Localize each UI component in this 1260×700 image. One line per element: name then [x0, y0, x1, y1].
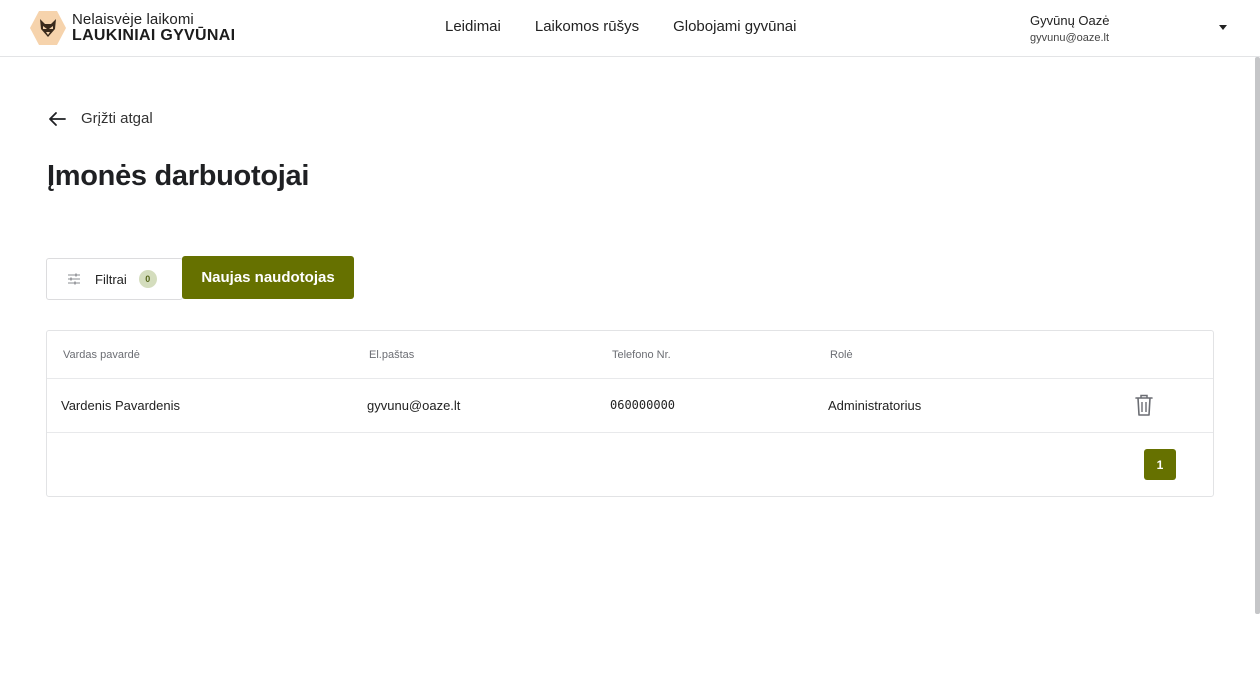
trash-icon[interactable]: [1134, 393, 1154, 417]
cell-email: gyvunu@oaze.lt: [367, 398, 461, 413]
column-header-name: Vardas pavardė: [63, 349, 140, 361]
header-divider: [47, 378, 1213, 379]
column-header-role: Rolė: [830, 349, 853, 361]
cell-name: Vardenis Pavardenis: [61, 398, 180, 413]
nav-item-laikomos-rusys[interactable]: Laikomos rūšys: [535, 18, 639, 35]
nav-item-leidimai[interactable]: Leidimai: [445, 18, 501, 35]
filter-count-badge: 0: [138, 270, 157, 288]
logo-line2: LAUKINIAI GYVŪNAI: [72, 27, 236, 44]
back-label: Grįžti atgal: [81, 110, 153, 127]
top-header: Nelaisvėje laikomi LAUKINIAI GYVŪNAI Lei…: [0, 0, 1260, 57]
arrow-left-icon: [49, 111, 66, 126]
row-divider: [47, 432, 1213, 433]
logo-line1: Nelaisvėje laikomi: [72, 11, 194, 28]
page-scrollbar[interactable]: [1255, 57, 1260, 614]
user-name: Gyvūnų Oazė: [1030, 13, 1110, 28]
caret-down-icon[interactable]: [1219, 25, 1227, 30]
fox-hexagon-icon: [30, 11, 66, 45]
new-user-button[interactable]: Naujas naudotojas: [182, 256, 354, 299]
user-email: gyvunu@oaze.lt: [1030, 32, 1110, 44]
user-menu[interactable]: Gyvūnų Oazė gyvunu@oaze.lt: [1030, 13, 1110, 44]
column-header-email: El.paštas: [369, 349, 415, 361]
nav-item-globojami-gyvunai[interactable]: Globojami gyvūnai: [673, 18, 796, 35]
filter-button[interactable]: Filtrai 0: [46, 258, 183, 300]
employees-table: Vardas pavardė El.paštas Telefono Nr. Ro…: [46, 330, 1214, 497]
sliders-icon: [68, 273, 80, 285]
page-title: Įmonės darbuotojai: [47, 160, 310, 192]
logo[interactable]: Nelaisvėje laikomi LAUKINIAI GYVŪNAI: [29, 10, 235, 46]
column-header-phone: Telefono Nr.: [612, 349, 671, 361]
cell-phone: 060000000: [610, 398, 676, 412]
cell-role: Administratorius: [828, 398, 922, 413]
main-nav: Leidimai Laikomos rūšys Globojami gyvūna…: [445, 18, 830, 35]
pagination-page-1[interactable]: 1: [1144, 449, 1176, 480]
back-link[interactable]: Grįžti atgal: [48, 110, 153, 127]
filter-label: Filtrai: [95, 271, 127, 287]
logo-text: Nelaisvėje laikomi LAUKINIAI GYVŪNAI: [72, 12, 235, 44]
